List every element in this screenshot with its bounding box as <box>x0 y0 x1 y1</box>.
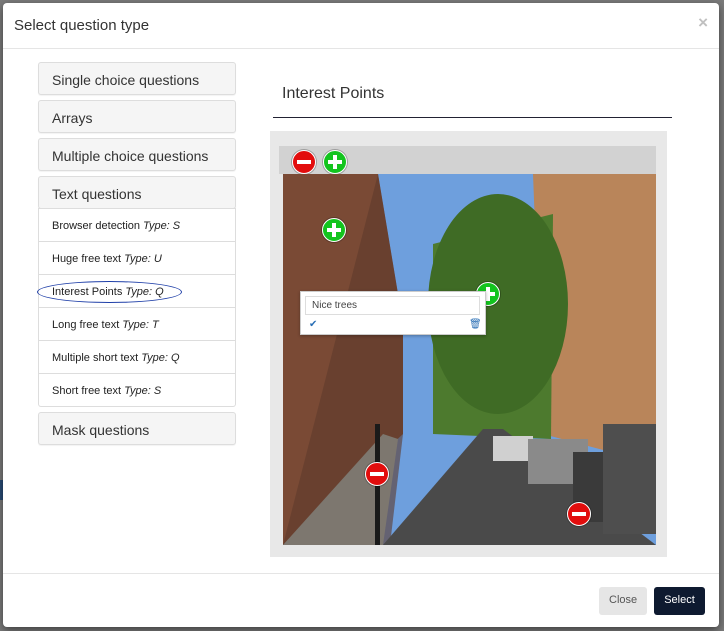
question-item-label: Browser detection <box>52 220 141 232</box>
annotation-popup: ✔ 🗑 <box>300 291 486 335</box>
question-item-label: Long free text <box>52 319 120 331</box>
close-icon[interactable]: × <box>698 13 708 33</box>
preview-title: Interest Points <box>282 85 385 102</box>
question-item-interest-points[interactable]: Interest Points Type: Q <box>37 274 235 307</box>
plus-circle-icon[interactable] <box>322 218 346 242</box>
group-multiple-choice[interactable]: Multiple choice questions <box>38 138 236 171</box>
question-item-type: Type: S <box>143 220 181 232</box>
group-single-choice[interactable]: Single choice questions <box>38 62 236 95</box>
question-group-accordion: Single choice questions Arrays Multiple … <box>37 62 236 450</box>
question-item-label: Huge free text <box>52 253 122 265</box>
question-item-type: Type: S <box>124 385 162 397</box>
minus-circle-icon[interactable] <box>292 150 316 174</box>
preview-divider <box>273 117 672 118</box>
question-item-multiple-short-text[interactable]: Multiple short text Type: Q <box>39 340 235 373</box>
check-icon[interactable]: ✔ <box>309 319 317 330</box>
question-item-type: Type: T <box>122 319 159 331</box>
group-text-questions[interactable]: Text questions <box>38 176 236 209</box>
select-button[interactable]: Select <box>654 587 705 615</box>
question-item-label: Short free text <box>52 385 122 397</box>
question-item-type: Type: Q <box>125 286 164 298</box>
group-arrays[interactable]: Arrays <box>38 100 236 133</box>
question-item-huge-free-text[interactable]: Huge free text Type: U <box>39 241 235 274</box>
question-item-browser-detection[interactable]: Browser detection Type: S <box>39 208 235 241</box>
question-item-type: Type: Q <box>141 352 180 364</box>
minus-circle-icon[interactable] <box>365 462 389 486</box>
modal-title: Select question type <box>14 17 150 34</box>
trash-icon[interactable]: 🗑 <box>469 319 482 330</box>
modal-header: Select question type × <box>3 3 719 49</box>
text-questions-list: Browser detection Type: S Huge free text T… <box>37 208 236 407</box>
modal-footer: Close Select <box>3 573 719 628</box>
question-item-label: Interest Points <box>52 286 123 298</box>
minus-circle-icon[interactable] <box>567 502 591 526</box>
plus-circle-icon[interactable] <box>323 150 347 174</box>
annotation-text-input[interactable] <box>305 296 480 315</box>
close-button[interactable]: Close <box>599 587 647 615</box>
question-item-label: Multiple short text <box>52 352 139 364</box>
group-mask-questions[interactable]: Mask questions <box>38 412 236 445</box>
question-item-type: Type: U <box>124 253 162 265</box>
question-item-short-free-text[interactable]: Short free text Type: S <box>39 373 235 406</box>
question-item-long-free-text[interactable]: Long free text Type: T <box>39 307 235 340</box>
